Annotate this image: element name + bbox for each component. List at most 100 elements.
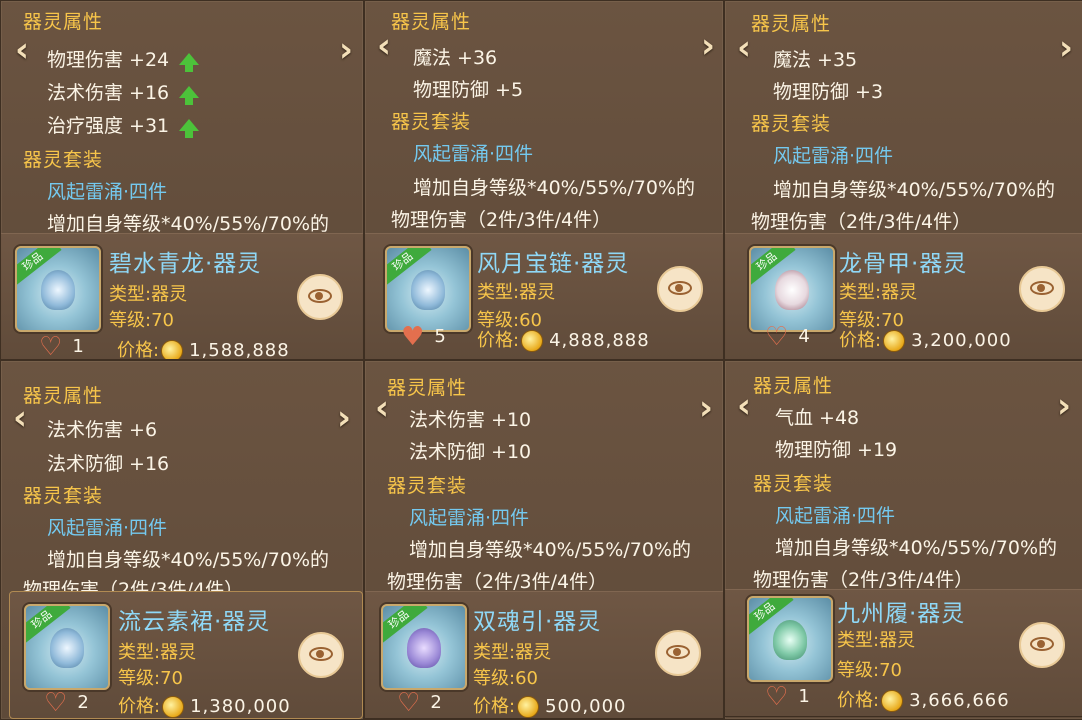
listing-panel-2: 器灵属性 ‹ › 魔法 +36 物理防御 +5 器灵套装 风起雷涌·四件 增加自… bbox=[364, 0, 724, 360]
eye-icon[interactable] bbox=[1019, 622, 1065, 668]
item-thumbnail[interactable]: 珍品 bbox=[24, 604, 110, 690]
chevron-left-icon[interactable]: ‹ bbox=[5, 401, 35, 435]
item-thumbnail[interactable]: 珍品 bbox=[385, 246, 471, 332]
attr-line: 法术伤害 +6 bbox=[47, 419, 158, 441]
attr-header: 器灵属性 bbox=[753, 375, 834, 397]
attr-header: 器灵属性 bbox=[391, 11, 472, 33]
chevron-right-icon[interactable]: › bbox=[1049, 389, 1079, 423]
suit-desc: 增加自身等级*40%/55%/70%的 bbox=[47, 549, 329, 571]
item-thumbnail[interactable]: 珍品 bbox=[15, 246, 101, 332]
chevron-right-icon[interactable]: › bbox=[691, 391, 721, 425]
like-count[interactable]: ♡ 4 bbox=[765, 324, 810, 350]
listing-card-5[interactable]: 珍品 双魂引·器灵 类型:器灵 等级:60 ♡ 2 价格: 500,000 bbox=[365, 591, 723, 719]
arrow-up-icon bbox=[179, 52, 200, 72]
suit-desc: 物理伤害（2件/3件/4件） bbox=[391, 209, 612, 231]
like-count[interactable]: ♡ 1 bbox=[765, 684, 810, 710]
heart-icon[interactable]: ♥ bbox=[401, 324, 424, 350]
heart-icon[interactable]: ♡ bbox=[39, 334, 62, 359]
suit-name: 风起雷涌·四件 bbox=[409, 507, 530, 529]
suit-desc: 增加自身等级*40%/55%/70%的 bbox=[775, 537, 1057, 559]
suit-desc: 物理伤害（2件/3件/4件） bbox=[751, 211, 972, 233]
attr-line: 治疗强度 +31 bbox=[47, 111, 200, 138]
suit-header: 器灵套装 bbox=[391, 111, 472, 133]
eye-icon[interactable] bbox=[298, 632, 344, 678]
like-count[interactable]: ♡ 2 bbox=[397, 690, 442, 716]
attribute-popup-1: 器灵属性 ‹ › 物理伤害 +24 法术伤害 +16 治疗强度 +31 器灵套装… bbox=[1, 1, 363, 235]
heart-icon[interactable]: ♡ bbox=[397, 690, 420, 716]
eye-icon[interactable] bbox=[657, 266, 703, 312]
chevron-right-icon[interactable]: › bbox=[1051, 31, 1081, 65]
eye-icon[interactable] bbox=[1019, 266, 1065, 312]
chevron-left-icon[interactable]: ‹ bbox=[369, 29, 399, 63]
listing-card-6[interactable]: 珍品 九州履·器灵 类型:器灵 等级:70 ♡ 1 价格: 3,666,666 bbox=[725, 589, 1082, 717]
item-type: 类型:器灵 bbox=[837, 630, 916, 651]
suit-name: 风起雷涌·四件 bbox=[775, 505, 896, 527]
item-type: 类型:器灵 bbox=[839, 282, 918, 303]
chevron-right-icon[interactable]: › bbox=[331, 33, 361, 67]
item-art bbox=[411, 270, 445, 310]
attr-line: 物理防御 +5 bbox=[413, 79, 524, 101]
item-art bbox=[775, 270, 809, 310]
chevron-left-icon[interactable]: ‹ bbox=[7, 33, 37, 67]
eye-icon[interactable] bbox=[297, 274, 343, 320]
attribute-popup-2: 器灵属性 ‹ › 魔法 +36 物理防御 +5 器灵套装 风起雷涌·四件 增加自… bbox=[365, 1, 723, 235]
listing-card-4[interactable]: 珍品 流云素裙·器灵 类型:器灵 等级:70 ♡ 2 价格: 1,380,000 bbox=[9, 591, 363, 719]
attr-line: 法术伤害 +16 bbox=[47, 78, 200, 105]
listing-card-2[interactable]: 珍品 风月宝链·器灵 类型:器灵 等级:60 ♥ 5 价格: 4,888,888 bbox=[365, 233, 723, 359]
item-price: 价格: 4,888,888 bbox=[477, 330, 650, 352]
attr-header: 器灵属性 bbox=[387, 377, 468, 399]
item-price: 价格: 500,000 bbox=[473, 696, 627, 718]
attr-header: 器灵属性 bbox=[751, 13, 832, 35]
like-count[interactable]: ♥ 5 bbox=[401, 324, 446, 350]
item-price: 价格: 1,588,888 bbox=[117, 340, 290, 360]
chevron-left-icon[interactable]: ‹ bbox=[729, 31, 759, 65]
listing-card-1[interactable]: 珍品 碧水青龙·器灵 类型:器灵 等级:70 ♡ 1 价格: 1,588,888 bbox=[1, 233, 363, 360]
item-thumbnail[interactable]: 珍品 bbox=[381, 604, 467, 690]
suit-header: 器灵套装 bbox=[387, 475, 468, 497]
listing-panel-5: 器灵属性 ‹ › 法术伤害 +10 法术防御 +10 器灵套装 风起雷涌·四件 … bbox=[364, 360, 724, 720]
coin-icon bbox=[881, 690, 904, 712]
item-art bbox=[50, 628, 84, 668]
item-name: 龙骨甲·器灵 bbox=[839, 251, 968, 277]
suit-desc: 增加自身等级*40%/55%/70%的 bbox=[413, 177, 695, 199]
listing-card-3[interactable]: 珍品 龙骨甲·器灵 类型:器灵 等级:70 ♡ 4 价格: 3,200,000 bbox=[725, 233, 1082, 359]
attr-line: 物理伤害 +24 bbox=[47, 45, 200, 72]
chevron-left-icon[interactable]: ‹ bbox=[367, 391, 397, 425]
suit-desc: 增加自身等级*40%/55%/70%的 bbox=[409, 539, 691, 561]
suit-name: 风起雷涌·四件 bbox=[773, 145, 894, 167]
item-type: 类型:器灵 bbox=[109, 284, 188, 305]
suit-header: 器灵套装 bbox=[23, 149, 104, 171]
suit-header: 器灵套装 bbox=[751, 113, 832, 135]
attribute-popup-4: 器灵属性 ‹ › 法术伤害 +6 法术防御 +16 器灵套装 风起雷涌·四件 增… bbox=[1, 361, 363, 601]
attr-line: 物理防御 +3 bbox=[773, 81, 884, 103]
heart-icon[interactable]: ♡ bbox=[765, 684, 788, 710]
item-price: 价格: 1,380,000 bbox=[118, 696, 291, 718]
coin-icon bbox=[521, 330, 544, 352]
suit-desc: 物理伤害（2件/3件/4件） bbox=[387, 571, 608, 593]
item-level: 等级:60 bbox=[473, 668, 538, 689]
item-type: 类型:器灵 bbox=[118, 642, 197, 663]
suit-name: 风起雷涌·四件 bbox=[47, 181, 168, 203]
coin-icon bbox=[517, 696, 540, 718]
like-count[interactable]: ♡ 2 bbox=[44, 690, 89, 716]
arrow-up-icon bbox=[179, 85, 200, 105]
chevron-right-icon[interactable]: › bbox=[329, 401, 359, 435]
attr-line: 魔法 +35 bbox=[773, 49, 858, 71]
item-thumbnail[interactable]: 珍品 bbox=[749, 246, 835, 332]
item-art bbox=[41, 270, 75, 310]
chevron-left-icon[interactable]: ‹ bbox=[729, 389, 759, 423]
item-thumbnail[interactable]: 珍品 bbox=[747, 596, 833, 682]
suit-desc: 增加自身等级*40%/55%/70%的 bbox=[773, 179, 1055, 201]
chevron-right-icon[interactable]: › bbox=[693, 29, 723, 63]
item-name: 流云素裙·器灵 bbox=[118, 609, 271, 635]
coin-icon bbox=[162, 696, 185, 718]
heart-icon[interactable]: ♡ bbox=[765, 324, 788, 350]
item-level: 等级:70 bbox=[109, 310, 174, 331]
attr-line: 法术伤害 +10 bbox=[409, 409, 532, 431]
item-level: 等级:70 bbox=[837, 660, 902, 681]
like-count[interactable]: ♡ 1 bbox=[39, 334, 84, 359]
coin-icon bbox=[883, 330, 906, 352]
attr-line: 法术防御 +16 bbox=[47, 453, 170, 475]
heart-icon[interactable]: ♡ bbox=[44, 690, 67, 716]
eye-icon[interactable] bbox=[655, 630, 701, 676]
